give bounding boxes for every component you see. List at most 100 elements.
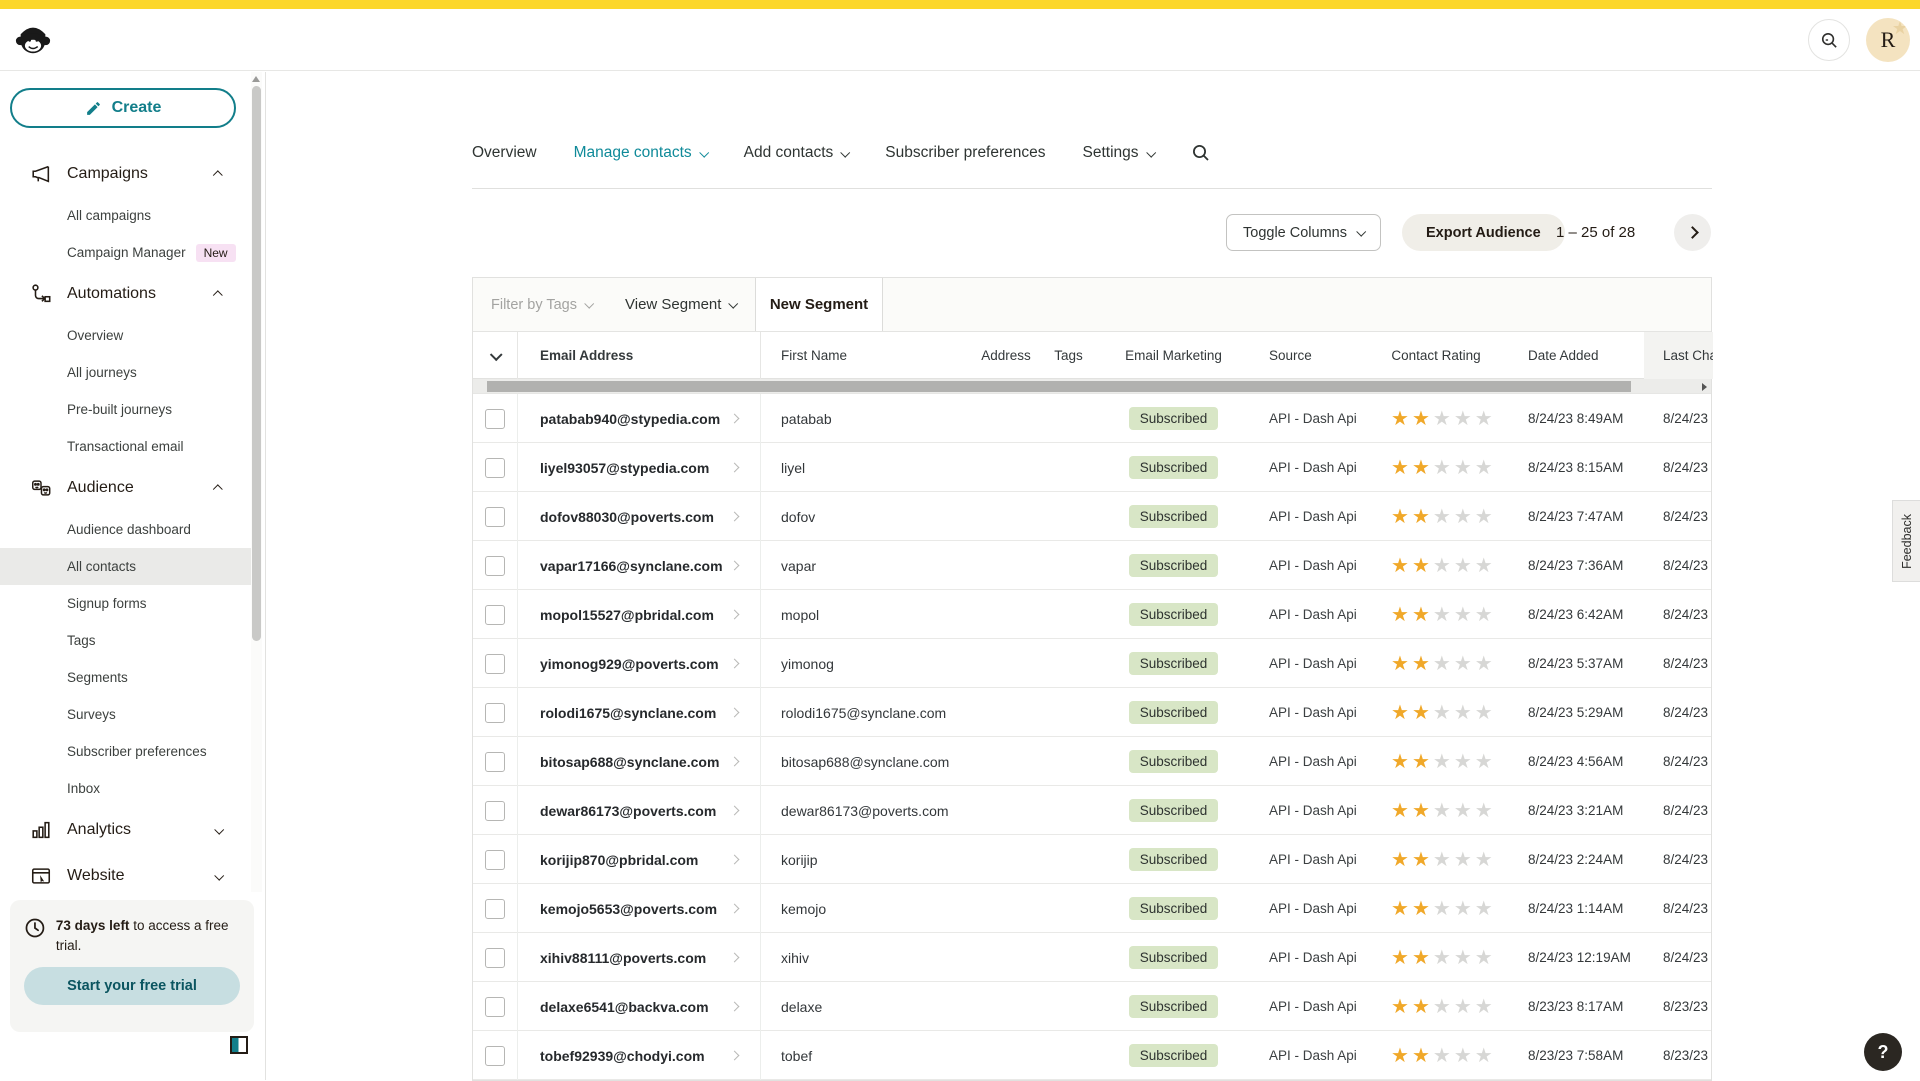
contact-email-link[interactable]: tobef92939@chodyi.com bbox=[540, 1048, 705, 1064]
column-header-last-changed[interactable]: Last Cha bbox=[1644, 332, 1713, 379]
new-segment-button[interactable]: New Segment bbox=[755, 278, 883, 331]
mailchimp-logo-icon[interactable] bbox=[14, 20, 52, 58]
scroll-right-arrow[interactable] bbox=[1702, 383, 1707, 391]
row-checkbox[interactable] bbox=[485, 801, 505, 821]
row-checkbox[interactable] bbox=[485, 899, 505, 919]
row-expand-chevron-icon[interactable] bbox=[730, 414, 740, 424]
row-expand-chevron-icon[interactable] bbox=[730, 1002, 740, 1012]
row-expand-chevron-icon[interactable] bbox=[730, 463, 740, 473]
row-expand-chevron-icon[interactable] bbox=[730, 953, 740, 963]
sidebar-item-overview[interactable]: Overview bbox=[0, 317, 252, 354]
contact-email-link[interactable]: yimonog929@poverts.com bbox=[540, 656, 719, 672]
table-row: xihiv88111@poverts.comxihivSubscribedAPI… bbox=[473, 933, 1711, 982]
row-expand-chevron-icon[interactable] bbox=[730, 610, 740, 620]
sidebar-item-inbox[interactable]: Inbox bbox=[0, 770, 252, 807]
column-header-source[interactable]: Source bbox=[1246, 332, 1361, 379]
sidebar-section-analytics[interactable]: Analytics bbox=[0, 807, 252, 853]
date-added-cell: 8/24/23 5:37AM bbox=[1511, 639, 1644, 688]
sidebar-scrollbar-up-arrow[interactable] bbox=[252, 76, 260, 82]
horizontal-scrollbar-thumb[interactable] bbox=[487, 381, 1631, 392]
help-button[interactable]: ? bbox=[1864, 1033, 1902, 1071]
toggle-columns-button[interactable]: Toggle Columns bbox=[1226, 214, 1381, 251]
row-expand-chevron-icon[interactable] bbox=[730, 659, 740, 669]
avatar[interactable]: ★ R bbox=[1866, 18, 1910, 62]
column-header-contact-rating[interactable]: Contact Rating bbox=[1361, 332, 1511, 379]
star-filled-icon: ★ bbox=[1412, 751, 1433, 773]
row-checkbox[interactable] bbox=[485, 409, 505, 429]
sidebar-item-pre-built-journeys[interactable]: Pre-built journeys bbox=[0, 391, 252, 428]
row-checkbox[interactable] bbox=[485, 850, 505, 870]
sidebar-item-transactional-email[interactable]: Transactional email bbox=[0, 428, 252, 465]
view-segment-dropdown[interactable]: View Segment bbox=[625, 296, 736, 313]
row-expand-chevron-icon[interactable] bbox=[730, 757, 740, 767]
contact-email-link[interactable]: vapar17166@synclane.com bbox=[540, 558, 723, 574]
create-button[interactable]: Create bbox=[10, 88, 236, 128]
row-checkbox[interactable] bbox=[485, 458, 505, 478]
row-expand-chevron-icon[interactable] bbox=[730, 855, 740, 865]
export-audience-button[interactable]: Export Audience bbox=[1402, 214, 1565, 251]
filter-by-tags-dropdown[interactable]: Filter by Tags bbox=[491, 297, 592, 313]
contact-email-link[interactable]: dofov88030@poverts.com bbox=[540, 509, 714, 525]
contacts-search-icon[interactable] bbox=[1191, 143, 1211, 163]
date-added-cell: 8/24/23 2:24AM bbox=[1511, 835, 1644, 884]
row-checkbox[interactable] bbox=[485, 507, 505, 527]
sidebar-item-all-journeys[interactable]: All journeys bbox=[0, 354, 252, 391]
sidebar-collapse-toggle[interactable] bbox=[230, 1036, 248, 1054]
row-expand-chevron-icon[interactable] bbox=[730, 806, 740, 816]
contact-email-link[interactable]: mopol15527@pbridal.com bbox=[540, 607, 714, 623]
sidebar-item-campaign-manager[interactable]: Campaign ManagerNew bbox=[0, 234, 252, 271]
row-checkbox[interactable] bbox=[485, 1046, 505, 1066]
sidebar-item-audience-dashboard[interactable]: Audience dashboard bbox=[0, 511, 252, 548]
tab-add-contacts[interactable]: Add contacts bbox=[744, 144, 849, 162]
column-header-first-name[interactable]: First Name bbox=[761, 332, 976, 379]
sidebar-item-signup-forms[interactable]: Signup forms bbox=[0, 585, 252, 622]
contact-email-link[interactable]: dewar86173@poverts.com bbox=[540, 803, 716, 819]
column-header-tags[interactable]: Tags bbox=[1036, 332, 1101, 379]
sidebar-section-automations[interactable]: Automations bbox=[0, 271, 252, 317]
contact-email-link[interactable]: delaxe6541@backva.com bbox=[540, 999, 709, 1015]
row-checkbox[interactable] bbox=[485, 948, 505, 968]
row-expand-chevron-icon[interactable] bbox=[730, 904, 740, 914]
sidebar-item-subscriber-preferences[interactable]: Subscriber preferences bbox=[0, 733, 252, 770]
sidebar-item-all-campaigns[interactable]: All campaigns bbox=[0, 197, 252, 234]
feedback-tab[interactable]: Feedback bbox=[1892, 500, 1920, 582]
start-free-trial-button[interactable]: Start your free trial bbox=[24, 967, 240, 1005]
contact-email-link[interactable]: korijip870@pbridal.com bbox=[540, 852, 698, 868]
sidebar-item-surveys[interactable]: Surveys bbox=[0, 696, 252, 733]
row-expand-chevron-icon[interactable] bbox=[730, 512, 740, 522]
row-expand-chevron-icon[interactable] bbox=[730, 1051, 740, 1061]
row-checkbox[interactable] bbox=[485, 654, 505, 674]
row-checkbox[interactable] bbox=[485, 556, 505, 576]
row-expand-chevron-icon[interactable] bbox=[730, 708, 740, 718]
row-checkbox[interactable] bbox=[485, 703, 505, 723]
row-checkbox[interactable] bbox=[485, 605, 505, 625]
contact-email-link[interactable]: patabab940@stypedia.com bbox=[540, 411, 720, 427]
row-checkbox[interactable] bbox=[485, 752, 505, 772]
tags-cell bbox=[1036, 835, 1101, 884]
sidebar-item-tags[interactable]: Tags bbox=[0, 622, 252, 659]
column-header-email[interactable]: Email Address bbox=[518, 332, 761, 379]
select-all-dropdown[interactable] bbox=[473, 332, 518, 379]
sidebar-section-campaigns[interactable]: Campaigns bbox=[0, 151, 252, 197]
tab-settings[interactable]: Settings bbox=[1083, 144, 1154, 162]
sidebar-item-all-contacts[interactable]: All contacts bbox=[0, 548, 252, 585]
column-header-date-added[interactable]: Date Added bbox=[1511, 332, 1644, 379]
pagination-next-button[interactable] bbox=[1674, 214, 1711, 251]
row-checkbox[interactable] bbox=[485, 997, 505, 1017]
contact-email-link[interactable]: liyel93057@stypedia.com bbox=[540, 460, 709, 476]
row-expand-chevron-icon[interactable] bbox=[730, 561, 740, 571]
tab-manage-contacts[interactable]: Manage contacts bbox=[574, 144, 707, 162]
contact-email-link[interactable]: bitosap688@synclane.com bbox=[540, 754, 719, 770]
tab-subscriber-preferences[interactable]: Subscriber preferences bbox=[885, 144, 1045, 162]
sidebar-scrollbar-thumb[interactable] bbox=[252, 86, 261, 641]
sidebar-section-audience[interactable]: Audience bbox=[0, 465, 252, 511]
contact-email-link[interactable]: rolodi1675@synclane.com bbox=[540, 705, 716, 721]
sidebar-item-segments[interactable]: Segments bbox=[0, 659, 252, 696]
contact-email-link[interactable]: xihiv88111@poverts.com bbox=[540, 950, 706, 966]
column-header-address[interactable]: Address bbox=[976, 332, 1036, 379]
header-search-button[interactable] bbox=[1808, 19, 1850, 61]
sidebar-section-website[interactable]: Website bbox=[0, 853, 252, 899]
column-header-email-marketing[interactable]: Email Marketing bbox=[1101, 332, 1246, 379]
contact-email-link[interactable]: kemojo5653@poverts.com bbox=[540, 901, 717, 917]
tab-overview[interactable]: Overview bbox=[472, 144, 537, 162]
